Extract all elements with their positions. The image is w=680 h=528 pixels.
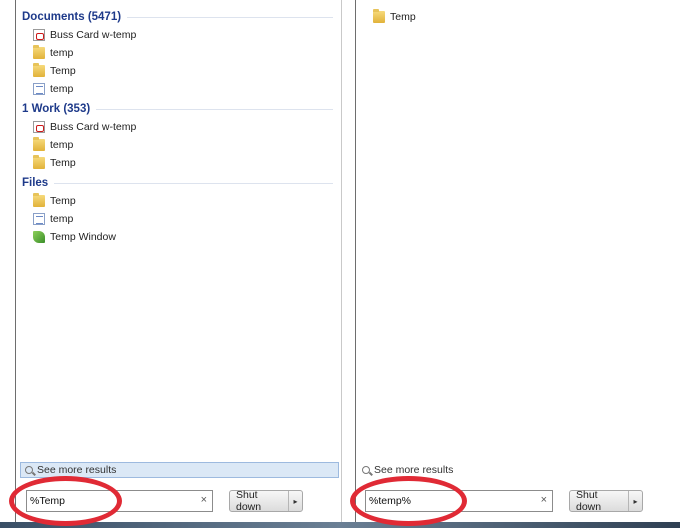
clear-search-icon[interactable]: ×: [541, 494, 547, 506]
see-more-results-link[interactable]: See more results: [362, 462, 453, 478]
start-menu-search-results-left: Documents (5471) Buss Card w-temp temp T…: [15, 0, 342, 528]
shut-down-options-arrow-icon[interactable]: ▸: [629, 497, 642, 506]
group-header-1-work[interactable]: 1 Work (353): [16, 100, 341, 118]
folder-icon: [33, 45, 45, 59]
see-more-label: See more results: [374, 464, 454, 476]
result-label: Buss Card w-temp: [50, 121, 137, 133]
search-results-list: Documents (5471) Buss Card w-temp temp T…: [16, 0, 341, 246]
result-item[interactable]: Buss Card w-temp: [16, 118, 341, 136]
see-more-results-link[interactable]: See more results: [20, 462, 339, 478]
pdf-file-icon: [33, 121, 45, 133]
folder-icon: [33, 137, 45, 151]
result-item[interactable]: Buss Card w-temp: [16, 26, 341, 44]
start-menu-search-results-right: Temp See more results %temp% × Shut down…: [355, 0, 680, 528]
result-item[interactable]: Temp Window: [16, 228, 341, 246]
document-file-icon: [33, 213, 45, 225]
shut-down-button[interactable]: Shut down ▸: [569, 489, 643, 513]
result-label: Buss Card w-temp: [50, 29, 137, 41]
group-title: Files: [22, 177, 49, 189]
group-title: 1 Work (353): [22, 103, 91, 115]
search-input-value: %temp%: [369, 495, 412, 507]
magnifier-icon: [362, 466, 370, 474]
result-label: temp: [50, 83, 74, 95]
leaf-file-icon: [33, 231, 45, 243]
search-results-list: Temp: [356, 8, 680, 26]
search-input-value: %Temp: [30, 495, 66, 507]
search-bar-area: %Temp × Shut down ▸: [16, 478, 341, 528]
result-item[interactable]: temp: [16, 136, 341, 154]
group-header-documents[interactable]: Documents (5471): [16, 8, 341, 26]
search-input[interactable]: %Temp ×: [26, 490, 213, 512]
magnifier-icon: [25, 466, 33, 474]
result-label: Temp: [50, 195, 76, 207]
result-item[interactable]: temp: [16, 44, 341, 62]
see-more-label: See more results: [37, 464, 117, 476]
divider: [96, 108, 333, 110]
result-item[interactable]: Temp: [16, 154, 341, 172]
result-label: Temp Window: [50, 231, 116, 243]
divider: [127, 16, 333, 18]
shut-down-options-arrow-icon[interactable]: ▸: [289, 497, 302, 506]
document-file-icon: [33, 83, 45, 95]
divider: [54, 182, 333, 184]
search-input[interactable]: %temp% ×: [365, 490, 553, 512]
folder-icon: [33, 63, 45, 77]
shut-down-button[interactable]: Shut down ▸: [229, 489, 303, 513]
result-label: Temp: [390, 11, 416, 23]
result-item[interactable]: temp: [16, 80, 341, 98]
pdf-file-icon: [33, 29, 45, 41]
result-item[interactable]: temp: [16, 210, 341, 228]
result-label: temp: [50, 47, 74, 59]
group-header-files[interactable]: Files: [16, 174, 341, 192]
folder-icon: [33, 193, 45, 207]
shut-down-label: Shut down: [230, 489, 290, 513]
clear-search-icon[interactable]: ×: [201, 494, 207, 506]
result-label: temp: [50, 213, 74, 225]
folder-icon: [373, 9, 385, 23]
result-item[interactable]: Temp: [356, 8, 680, 26]
shut-down-label: Shut down: [570, 489, 630, 513]
result-label: Temp: [50, 65, 76, 77]
taskbar-strip: [0, 522, 680, 528]
result-label: temp: [50, 139, 74, 151]
group-title: Documents (5471): [22, 11, 122, 23]
folder-icon: [33, 155, 45, 169]
result-label: Temp: [50, 157, 76, 169]
result-item[interactable]: Temp: [16, 192, 341, 210]
result-item[interactable]: Temp: [16, 62, 341, 80]
search-bar-area: %temp% × Shut down ▸: [356, 478, 680, 528]
